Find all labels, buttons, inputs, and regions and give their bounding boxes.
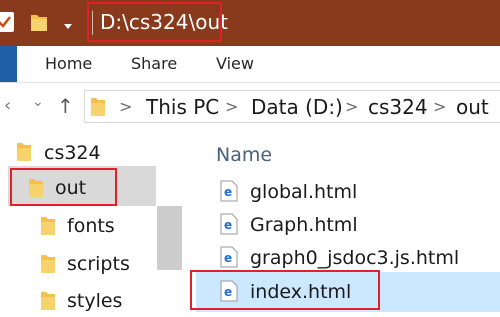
file-tab[interactable] — [0, 46, 17, 82]
quick-access-dropdown-icon[interactable] — [62, 17, 74, 36]
breadcrumb-separator[interactable]: > — [345, 97, 358, 116]
breadcrumb-cs324[interactable]: cs324 — [368, 95, 428, 119]
back-arrow-icon[interactable]: ‹ — [4, 95, 11, 116]
folder-icon — [40, 289, 56, 315]
properties-checkmark-icon[interactable] — [0, 12, 14, 32]
file-name[interactable]: global.html — [250, 181, 357, 203]
folder-icon — [40, 214, 56, 240]
tab-home[interactable]: Home — [45, 54, 92, 73]
sidebar-item-styles[interactable]: styles — [67, 290, 122, 312]
new-folder-icon[interactable] — [30, 12, 48, 36]
tab-share[interactable]: Share — [131, 54, 177, 73]
tab-view[interactable]: View — [216, 54, 254, 73]
up-arrow-icon[interactable]: ↑ — [57, 94, 74, 118]
nav-scrollbar-thumb[interactable] — [157, 206, 182, 270]
address-folder-icon — [90, 95, 106, 121]
index-highlight-box — [190, 270, 380, 310]
svg-text:e: e — [224, 218, 232, 232]
svg-text:e: e — [224, 251, 232, 265]
file-name[interactable]: Graph.html — [250, 214, 358, 236]
breadcrumb-this-pc[interactable]: This PC — [146, 95, 219, 119]
breadcrumb-out[interactable]: out — [456, 95, 489, 119]
sidebar-item-fonts[interactable]: fonts — [67, 215, 115, 237]
edge-html-file-icon: e — [220, 213, 238, 239]
svg-text:e: e — [224, 185, 232, 199]
edge-html-file-icon: e — [220, 180, 238, 206]
breadcrumb-separator[interactable]: > — [225, 97, 238, 116]
title-bar: D:\cs324\out — [0, 0, 500, 46]
breadcrumb-separator[interactable]: > — [119, 97, 132, 116]
edge-html-file-icon: e — [220, 246, 238, 272]
title-highlight-box — [87, 2, 222, 42]
folder-icon — [40, 252, 56, 278]
breadcrumb-data-drive[interactable]: Data (D:) — [251, 95, 343, 119]
breadcrumb-separator[interactable]: > — [433, 97, 446, 116]
ribbon: Home Share View — [0, 46, 500, 83]
file-name[interactable]: graph0_jsdoc3.js.html — [250, 247, 459, 269]
folder-icon — [16, 140, 32, 166]
sidebar-item-cs324[interactable]: cs324 — [44, 142, 101, 164]
chevron-down-icon[interactable]: ⌄ — [32, 94, 44, 110]
sidebar-item-scripts[interactable]: scripts — [67, 253, 130, 275]
column-header-name[interactable]: Name — [216, 144, 272, 166]
out-highlight-box — [10, 168, 117, 206]
